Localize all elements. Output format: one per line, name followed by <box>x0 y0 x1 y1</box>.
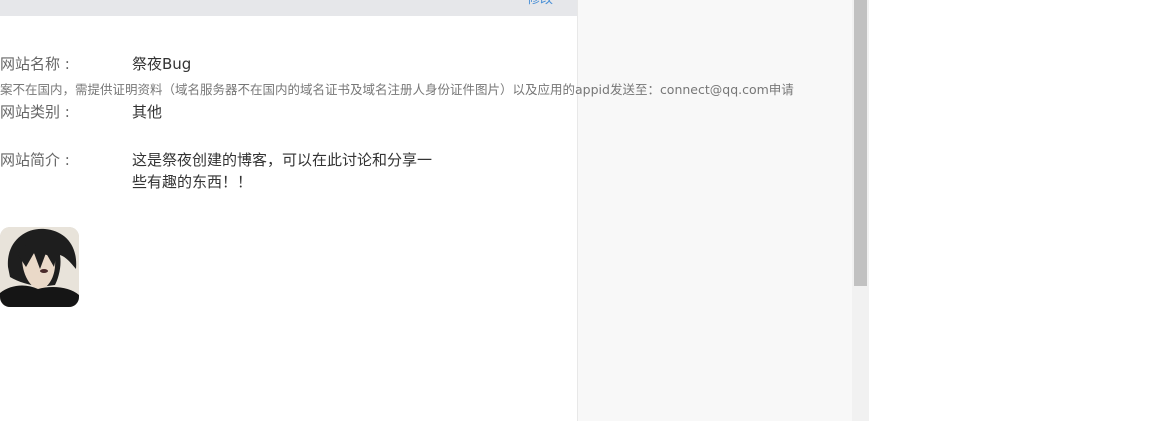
site-logo-image <box>0 227 79 307</box>
filing-notice: 案不在国内，需提供证明资料（域名服务器不在国内的域名证书及域名注册人身份证件图片… <box>0 82 794 97</box>
top-bar: 修改 <box>0 0 577 16</box>
scrollbar[interactable] <box>852 0 869 421</box>
site-intro-line-1: 这是祭夜创建的博客，可以在此讨论和分享一 <box>132 151 433 169</box>
site-category-label: 网站类别 : <box>0 103 70 121</box>
edit-link[interactable]: 修改 <box>527 0 553 8</box>
scrollbar-thumb[interactable] <box>854 0 867 286</box>
right-side-panel <box>577 0 853 421</box>
site-info-panel <box>0 16 577 421</box>
site-name-value: 祭夜Bug <box>132 55 192 73</box>
site-intro-label: 网站简介 : <box>0 151 70 169</box>
site-category-value: 其他 <box>132 103 163 121</box>
site-intro-line-2: 些有趣的东西！！ <box>132 173 253 191</box>
site-name-label: 网站名称 : <box>0 55 70 73</box>
